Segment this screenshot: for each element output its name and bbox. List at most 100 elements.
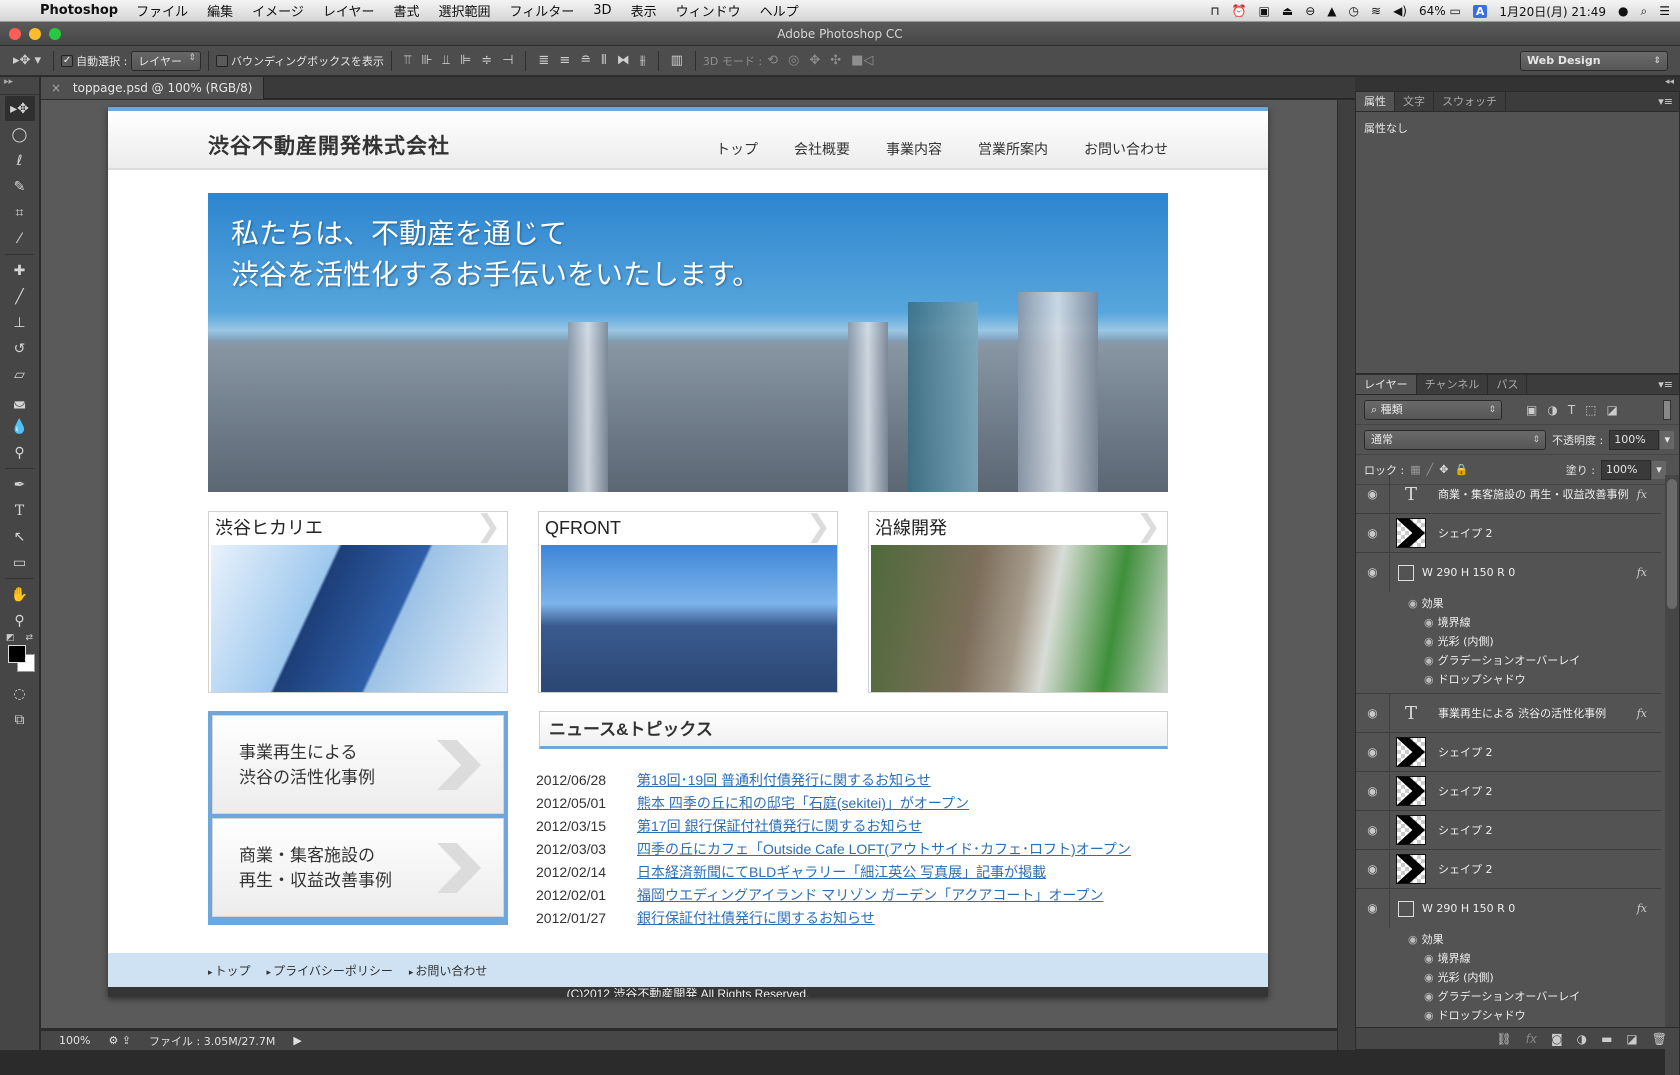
effect-item[interactable]: ◉ 境界線 bbox=[1390, 949, 1661, 968]
visibility-eye-icon[interactable]: ◉ bbox=[1356, 811, 1390, 849]
filter-smart-object-icon[interactable]: ◪ bbox=[1607, 403, 1618, 417]
distribute-left-icon[interactable]: ⫴ bbox=[601, 53, 606, 68]
site-nav-contact[interactable]: お問い合わせ bbox=[1084, 139, 1168, 159]
case-study-button[interactable]: 商業・集客施設の 再生・収益改善事例 bbox=[212, 818, 504, 917]
case-study-button[interactable]: 事業再生による 渋谷の活性化事例 bbox=[212, 715, 504, 814]
news-link[interactable]: 福岡ウエディングアイランド マリゾン ガーデン「アクアコート」オープン bbox=[637, 884, 1104, 907]
hand-tool-icon[interactable]: ✋ bbox=[5, 582, 35, 607]
effect-item[interactable]: ◉ グラデーションオーバーレイ bbox=[1390, 987, 1661, 1006]
distribute-hcenter-icon[interactable]: ⧓ bbox=[617, 53, 630, 68]
swap-colors-icon[interactable]: ⇄ bbox=[25, 633, 33, 643]
visibility-eye-icon[interactable]: ◉ bbox=[1424, 673, 1434, 686]
news-link[interactable]: 日本経済新聞にてBLDギャラリー「細江英公 写真展」記事が掲載 bbox=[637, 861, 1046, 884]
layer-effects-icon[interactable]: fx bbox=[1637, 566, 1647, 579]
marquee-tool-icon[interactable]: ◯ bbox=[5, 122, 35, 147]
default-colors-icon[interactable]: ◩ bbox=[6, 633, 15, 643]
crop-tool-icon[interactable]: ⌗ bbox=[5, 200, 35, 225]
visibility-eye-icon[interactable]: ◉ bbox=[1356, 850, 1390, 888]
menu-select[interactable]: 選択範囲 bbox=[439, 1, 491, 20]
close-window-button[interactable] bbox=[9, 28, 21, 40]
move-tool-icon[interactable]: ▸✥ bbox=[4, 96, 35, 121]
effect-item[interactable]: ◉ グラデーションオーバーレイ bbox=[1390, 651, 1661, 670]
panel-dock-collapse-icon[interactable]: ◂◂ bbox=[1355, 77, 1680, 91]
filter-shape-icon[interactable]: ⬚ bbox=[1585, 403, 1596, 417]
visibility-eye-icon[interactable]: ◉ bbox=[1424, 635, 1434, 648]
app-status-icon[interactable]: ⊓ bbox=[1210, 4, 1219, 18]
healing-brush-tool-icon[interactable]: ✚ bbox=[5, 258, 35, 283]
layer-row[interactable]: ◉ シェイプ 2 bbox=[1356, 733, 1661, 772]
menu-filter[interactable]: フィルター bbox=[510, 1, 575, 20]
lasso-tool-icon[interactable]: ℓ bbox=[5, 148, 35, 173]
menu-image[interactable]: イメージ bbox=[252, 1, 304, 20]
layer-row[interactable]: ◉ シェイプ 2 bbox=[1356, 811, 1661, 850]
visibility-eye-icon[interactable]: ◉ bbox=[1356, 514, 1390, 552]
filter-toggle-switch[interactable] bbox=[1663, 399, 1671, 420]
eject-icon[interactable]: ⏏ bbox=[1282, 4, 1293, 18]
visibility-eye-icon[interactable]: ◉ bbox=[1424, 952, 1434, 965]
visibility-eye-icon[interactable]: ◉ bbox=[1356, 694, 1390, 732]
tab-properties[interactable]: 属性 bbox=[1356, 92, 1395, 111]
layers-scrollbar[interactable] bbox=[1665, 475, 1679, 1075]
rectangle-tool-icon[interactable]: ▭ bbox=[5, 550, 35, 575]
new-adjustment-layer-icon[interactable]: ◑ bbox=[1577, 1032, 1587, 1046]
link-layers-icon[interactable]: ⛓ bbox=[1496, 1032, 1511, 1046]
blend-mode-select[interactable]: 通常 bbox=[1364, 429, 1546, 450]
menu-type[interactable]: 書式 bbox=[394, 1, 420, 20]
menu-layer[interactable]: レイヤー bbox=[323, 1, 375, 20]
blur-tool-icon[interactable]: 💧 bbox=[5, 414, 35, 439]
filter-pixel-icon[interactable]: ▣ bbox=[1526, 403, 1537, 417]
filter-type-icon[interactable]: T bbox=[1568, 403, 1575, 417]
delete-layer-icon[interactable]: 🗑 bbox=[1652, 1032, 1667, 1046]
tab-character[interactable]: 文字 bbox=[1395, 92, 1434, 111]
spotlight-search-icon[interactable]: ⌕ bbox=[1641, 4, 1648, 19]
visibility-eye-icon[interactable]: ◉ bbox=[1356, 772, 1390, 810]
gpu-status-icon[interactable]: ⚙ ⇪ bbox=[108, 1034, 131, 1047]
minimize-window-button[interactable] bbox=[29, 28, 41, 40]
layer-effects-icon[interactable]: fx bbox=[1637, 707, 1647, 720]
workspace-select[interactable]: Web Design bbox=[1520, 51, 1668, 71]
notification-list-icon[interactable]: ☰ bbox=[1659, 4, 1670, 18]
effect-item[interactable]: ◉ 境界線 bbox=[1390, 613, 1661, 632]
zoom-level[interactable]: 100% bbox=[59, 1034, 90, 1047]
quick-mask-icon[interactable]: ◌ bbox=[5, 681, 35, 706]
new-group-icon[interactable]: ▬ bbox=[1601, 1032, 1612, 1046]
site-nav-top[interactable]: トップ bbox=[716, 139, 758, 159]
new-layer-icon[interactable]: ◪ bbox=[1626, 1032, 1637, 1046]
zoom-tool-icon[interactable]: ⚲ bbox=[5, 608, 35, 633]
menu-3d[interactable]: 3D bbox=[593, 3, 611, 18]
menu-help[interactable]: ヘルプ bbox=[760, 1, 799, 20]
panel-menu-icon[interactable]: ▾≡ bbox=[1658, 95, 1673, 108]
site-nav-company[interactable]: 会社概要 bbox=[794, 139, 850, 159]
alarm-icon[interactable]: ⏰ bbox=[1232, 4, 1247, 18]
news-link[interactable]: 銀行保証付社債発行に関するお知らせ bbox=[637, 907, 875, 930]
input-method-icon[interactable]: A bbox=[1472, 4, 1488, 18]
menu-edit[interactable]: 編集 bbox=[207, 1, 233, 20]
eraser-tool-icon[interactable]: ▱ bbox=[5, 362, 35, 387]
wifi-icon[interactable]: ≋ bbox=[1371, 4, 1381, 18]
layer-effects-icon[interactable]: fx bbox=[1637, 488, 1647, 501]
add-layer-style-icon[interactable]: fx bbox=[1526, 1032, 1537, 1046]
layer-row[interactable]: ◉ T 商業・集客施設の 再生・収益改善事例 fx bbox=[1356, 475, 1661, 514]
brush-tool-icon[interactable]: ╱ bbox=[5, 284, 35, 309]
menu-window[interactable]: ウィンドウ bbox=[676, 1, 741, 20]
effect-item[interactable]: ◉ ドロップシャドウ bbox=[1390, 670, 1661, 689]
align-top-icon[interactable]: ⫪ bbox=[404, 53, 411, 68]
layer-row[interactable]: ◉ W 290 H 150 R 0 fx bbox=[1356, 553, 1661, 592]
close-tab-icon[interactable]: × bbox=[51, 81, 61, 95]
feature-card[interactable]: 渋谷ヒカリエ ❯ bbox=[208, 511, 508, 693]
visibility-eye-icon[interactable]: ◉ bbox=[1408, 597, 1418, 610]
align-left-icon[interactable]: ⊫ bbox=[460, 53, 471, 68]
paint-bucket-tool-icon[interactable]: ◛ bbox=[5, 388, 35, 413]
distribute-vcenter-icon[interactable]: ≡ bbox=[559, 53, 570, 68]
distribute-right-icon[interactable]: ⫵ bbox=[640, 53, 646, 68]
layer-effects-icon[interactable]: fx bbox=[1637, 902, 1647, 915]
clock[interactable]: 1月20日(月) 21:49 bbox=[1499, 3, 1606, 20]
display-icon[interactable]: ▣ bbox=[1259, 4, 1270, 18]
tab-channels[interactable]: チャンネル bbox=[1417, 375, 1489, 394]
screen-mode-icon[interactable]: ⧉ bbox=[5, 707, 35, 732]
3d-pan-icon[interactable]: ✥ bbox=[809, 53, 820, 68]
app-menu[interactable]: Photoshop bbox=[40, 3, 118, 18]
scrollbar-thumb[interactable] bbox=[1667, 479, 1677, 609]
website-mockup-canvas[interactable]: 渋谷不動産開発株式会社 トップ 会社概要 事業内容 営業所案内 お問い合わせ 私… bbox=[108, 107, 1268, 997]
tab-paths[interactable]: パス bbox=[1488, 375, 1528, 394]
